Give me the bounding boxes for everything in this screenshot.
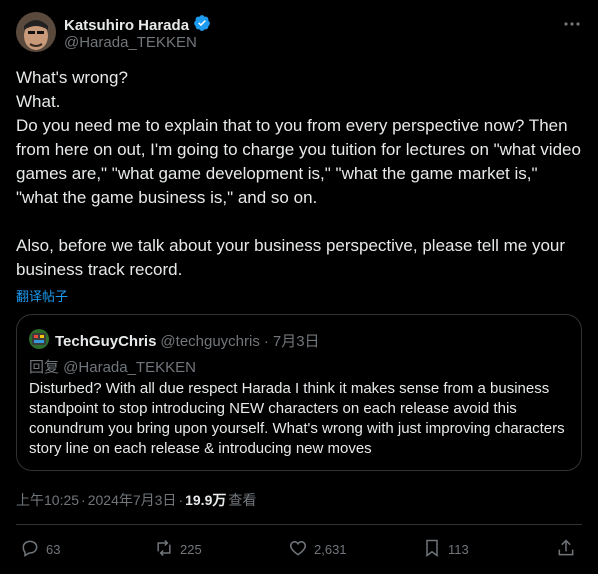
tweet-date[interactable]: 2024年7月3日 [88,490,177,510]
more-icon[interactable] [562,14,582,34]
views-count: 19.9万 [185,492,227,508]
quoted-handle: @techguychris [160,333,260,350]
tweet-meta: 上午10:25 · 2024年7月3日 · 19.9万 查看 [16,490,256,510]
tweet-line: Also, before we talk about your business… [16,236,566,279]
translate-post-link[interactable]: 翻译帖子 [16,286,68,305]
quoted-display-name: TechGuyChris [55,333,157,350]
tweet-text: What's wrong? What. Do you need me to ex… [16,66,582,282]
tweet-line: What. [16,92,61,111]
tweet-header: Katsuhiro Harada @Harada_TEKKEN [16,12,582,56]
reply-button[interactable]: 63 [20,538,60,561]
bookmark-count: 113 [448,542,469,557]
quoted-date: 7月3日 [272,333,320,350]
author-handle[interactable]: @Harada_TEKKEN [64,34,197,51]
repost-button[interactable]: 225 [154,538,202,561]
quoted-author-avatar [29,329,49,349]
tweet-time[interactable]: 上午10:25 [16,490,79,510]
quoted-separator: · [263,333,269,350]
reply-count: 63 [46,542,61,557]
repost-count: 225 [180,542,202,557]
author-avatar[interactable] [16,12,56,52]
meta-separator: · [178,492,184,508]
meta-separator: · [81,492,86,508]
reply-icon [20,538,40,561]
quoted-tweet[interactable]: TechGuyChris @techguychris · 7月3日 回复 @Ha… [16,314,582,471]
share-icon [556,538,576,561]
like-button[interactable]: 2,631 [288,538,347,561]
quoted-reply-to: 回复 @Harada_TEKKEN [29,359,196,376]
views-label: 查看 [228,492,257,508]
author-display-name[interactable]: Katsuhiro Harada [64,17,189,34]
like-count: 2,631 [314,542,347,557]
quoted-name-row: TechGuyChris @techguychris · 7月3日 [55,330,320,351]
like-icon [288,538,308,561]
repost-icon [154,538,174,561]
share-button[interactable] [556,538,576,561]
bookmark-button[interactable]: 113 [422,538,469,561]
tweet-line: What's wrong? [16,68,128,87]
quoted-text: Disturbed? With all due respect Harada I… [29,380,565,457]
action-bar: 63 225 2,631 113 [16,538,582,562]
bookmark-icon [422,538,442,561]
divider [16,524,582,525]
tweet-line: Do you need me to explain that to you fr… [16,116,581,207]
